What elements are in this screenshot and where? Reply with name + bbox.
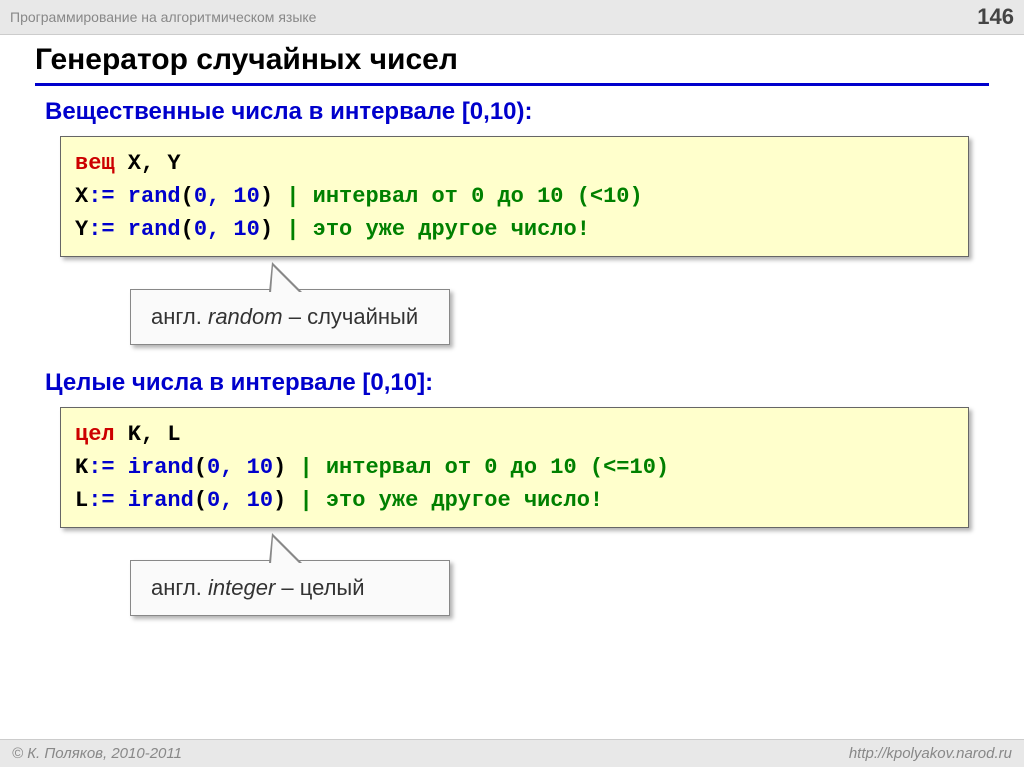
slide-content: Генератор случайных чисел Вещественные ч… [0, 35, 1024, 616]
code-line-1b: цел K, L [75, 418, 954, 451]
code-line-2b: K:= irand(0, 10) | интервал от 0 до 10 (… [75, 451, 954, 484]
slide-footer: © К. Поляков, 2010-2011 http://kpolyakov… [0, 739, 1024, 767]
code-line-3b: L:= irand(0, 10) | это уже другое число! [75, 484, 954, 517]
section2-heading: Целые числа в интервале [0,10]: [45, 369, 989, 397]
callout-random: англ. random – случайный [35, 289, 989, 345]
callout-integer: англ. integer – целый [35, 560, 989, 616]
page-title: Генератор случайных чисел [35, 43, 989, 86]
code-line-3: Y:= rand(0, 10) | это уже другое число! [75, 213, 954, 246]
code-block-int: цел K, L K:= irand(0, 10) | интервал от … [60, 407, 969, 528]
code-line-1: вещ X, Y [75, 147, 954, 180]
footer-url: http://kpolyakov.narod.ru [849, 745, 1012, 762]
slide-header: Программирование на алгоритмическом язык… [0, 0, 1024, 35]
course-title: Программирование на алгоритмическом язык… [10, 9, 316, 25]
copyright: © К. Поляков, 2010-2011 [12, 745, 182, 762]
code-line-2: X:= rand(0, 10) | интервал от 0 до 10 (<… [75, 180, 954, 213]
page-number: 146 [977, 4, 1014, 30]
code-block-real: вещ X, Y X:= rand(0, 10) | интервал от 0… [60, 136, 969, 257]
section1-heading: Вещественные числа в интервале [0,10): [45, 98, 989, 126]
